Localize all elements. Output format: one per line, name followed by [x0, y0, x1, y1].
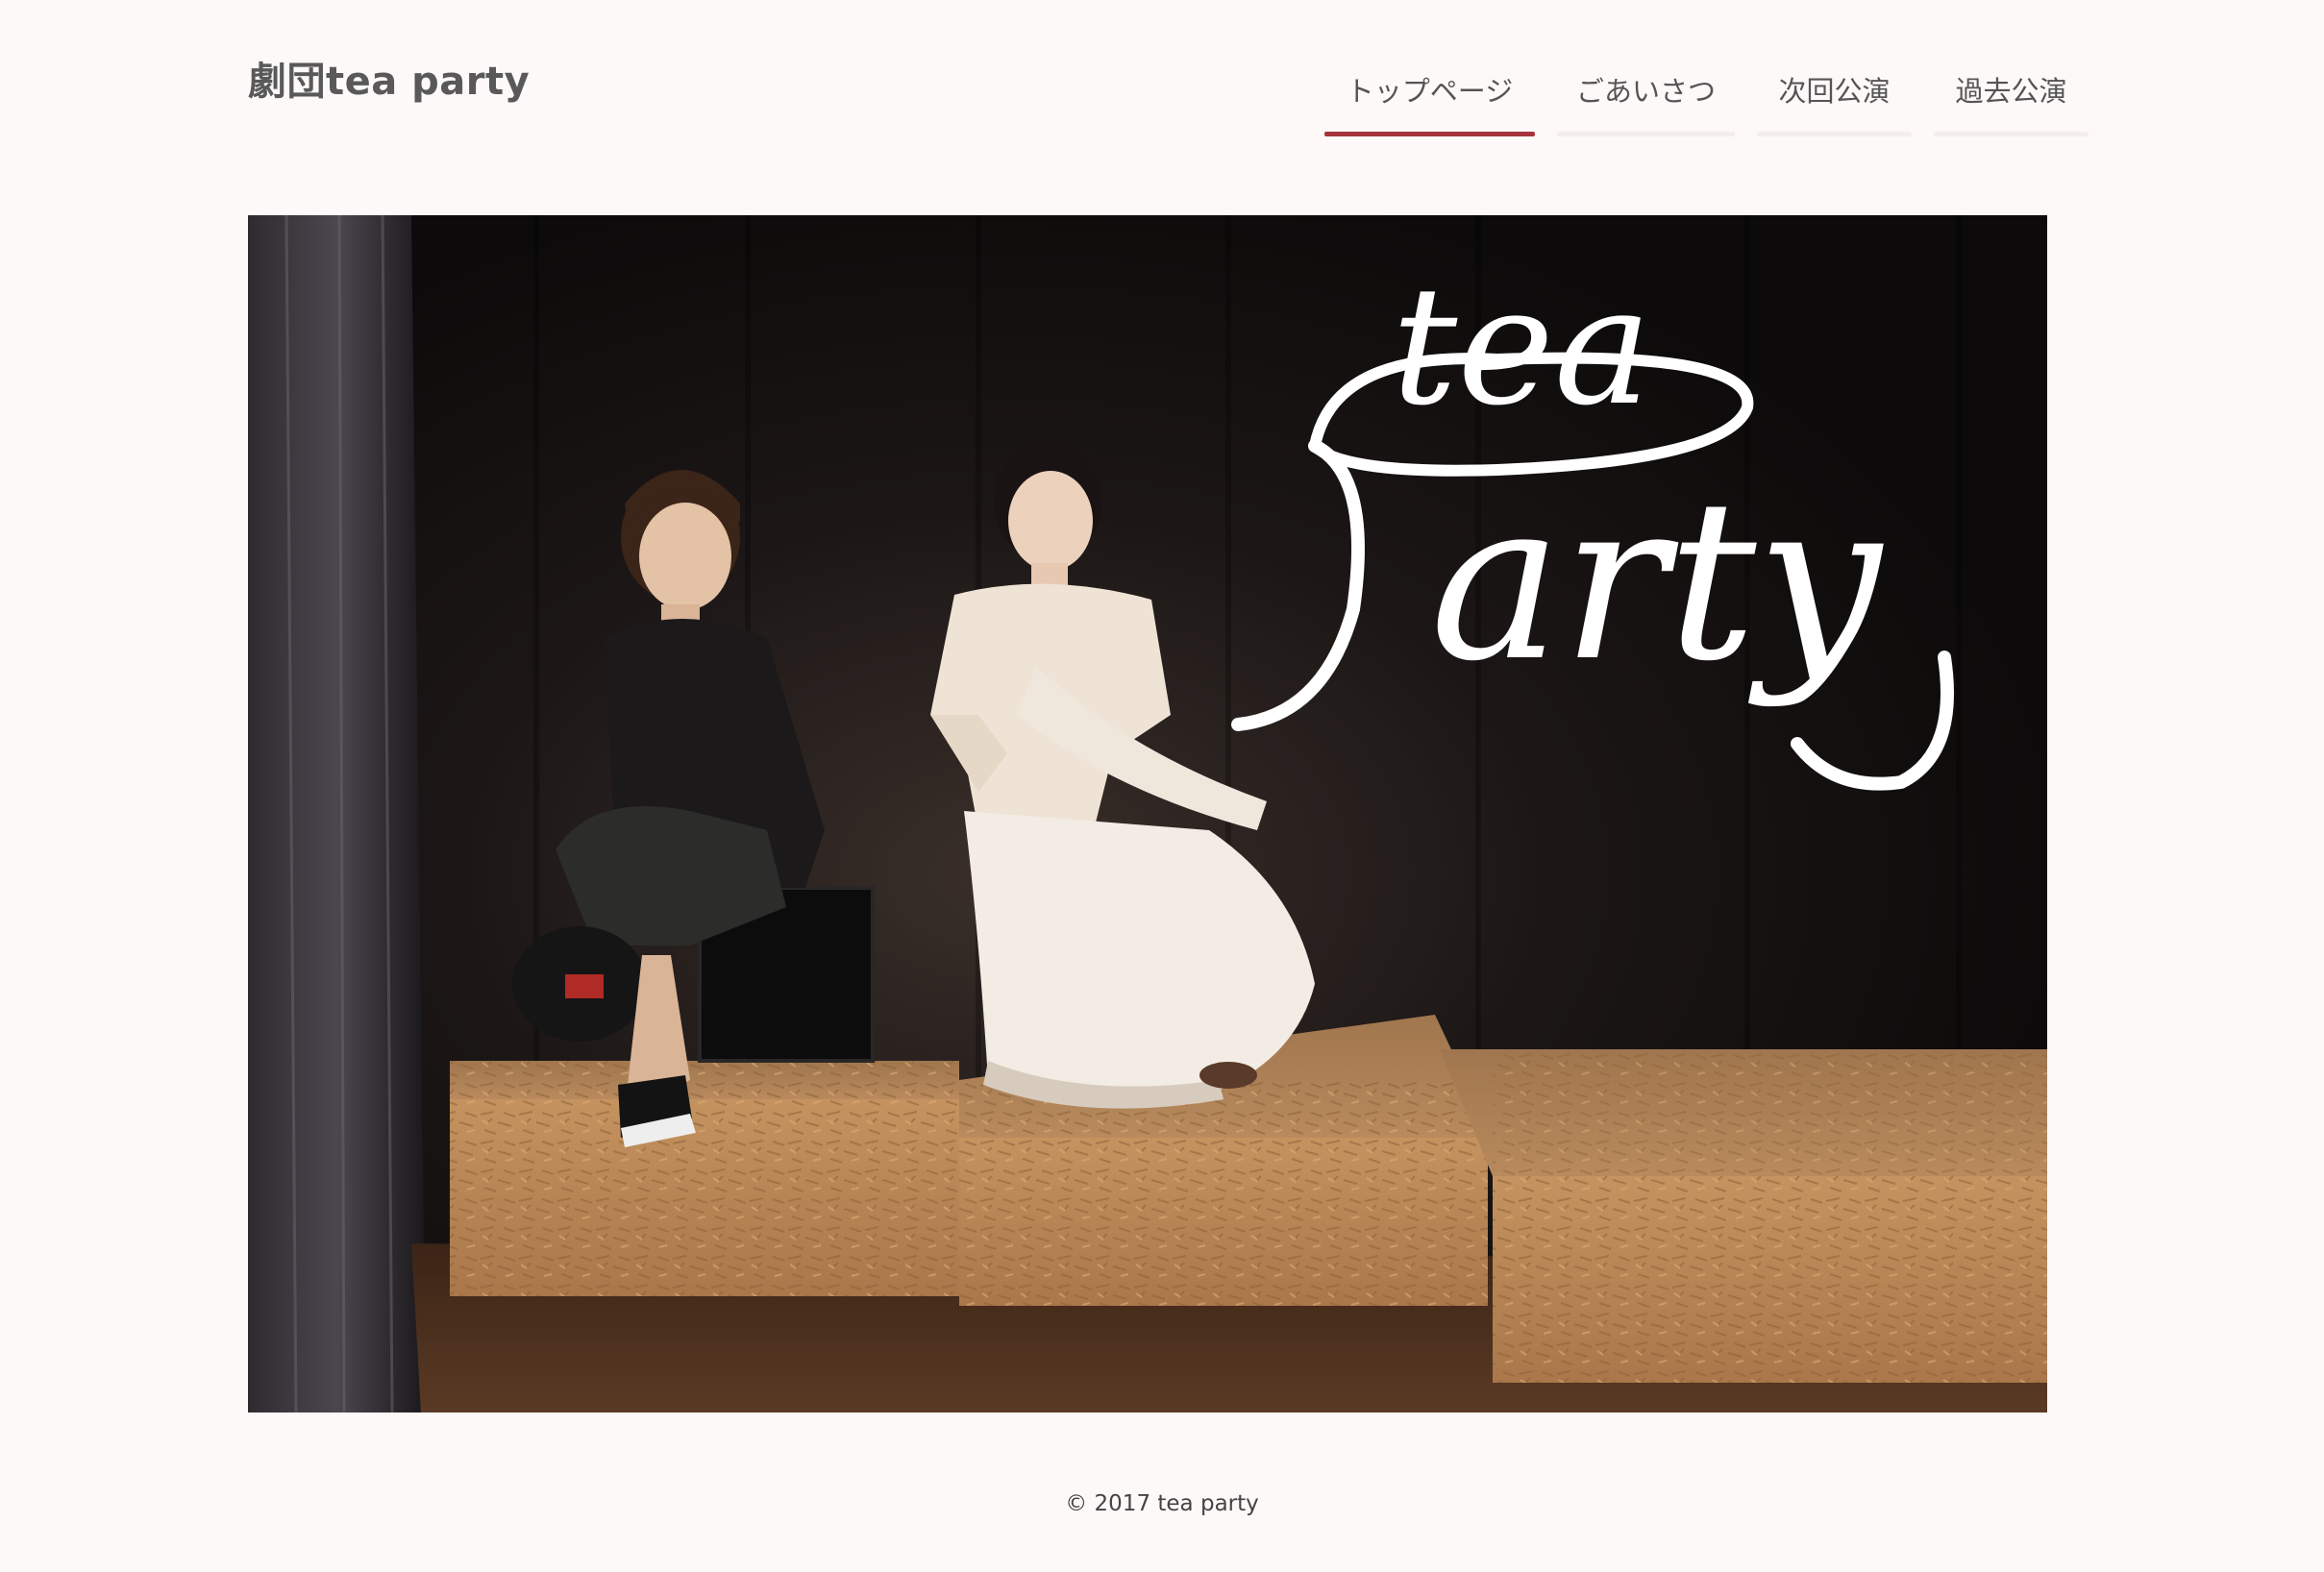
- nav-item-past-performances[interactable]: 過去公演: [1934, 58, 2089, 136]
- nav-item-underline: [1934, 132, 2089, 136]
- nav-item-next-performance[interactable]: 次回公演: [1757, 58, 1912, 136]
- nav-item-label: ごあいさつ: [1575, 75, 1716, 108]
- site-title[interactable]: 劇団tea party: [248, 50, 530, 106]
- nav-item-underline: [1757, 132, 1912, 136]
- hero-photo: tea arty: [248, 215, 2047, 1412]
- main-nav: トップページ ごあいさつ 次回公演 過去公演: [1324, 58, 2111, 136]
- logo-arty-text: arty: [1430, 454, 1884, 710]
- nav-item-label: 過去公演: [1955, 75, 2067, 108]
- nav-item-label: トップページ: [1346, 75, 1514, 108]
- nav-item-top-page[interactable]: トップページ: [1324, 58, 1535, 136]
- nav-active-indicator: [1324, 132, 1535, 136]
- nav-item-greeting[interactable]: ごあいさつ: [1557, 58, 1735, 136]
- nav-item-label: 次回公演: [1778, 75, 1891, 108]
- logo-tea-text: tea: [1392, 252, 1651, 442]
- footer-copyright: © 2017 tea party: [1065, 1491, 1259, 1516]
- nav-item-underline: [1557, 132, 1735, 136]
